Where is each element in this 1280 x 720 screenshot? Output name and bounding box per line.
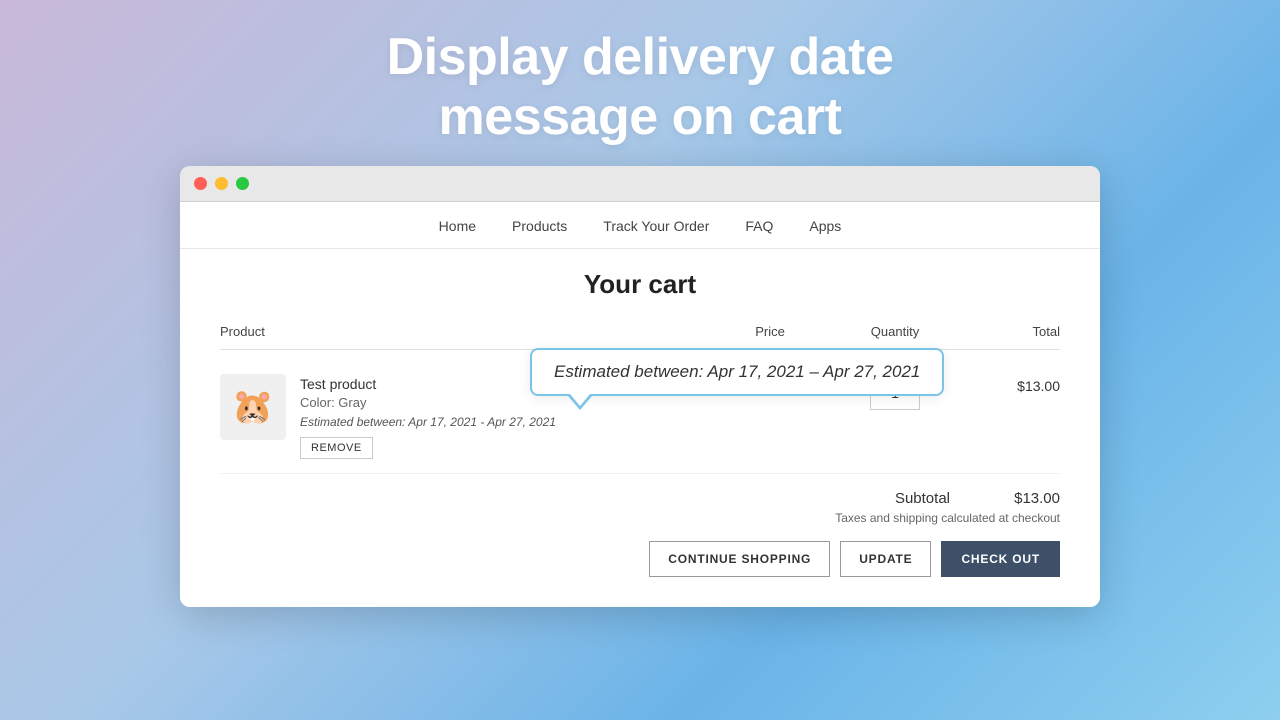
subtotal-label: Subtotal xyxy=(895,490,950,507)
browser-content: Home Products Track Your Order FAQ Apps … xyxy=(180,202,1100,607)
delivery-tooltip: Estimated between: Apr 17, 2021 – Apr 27… xyxy=(530,348,944,410)
table-row: Estimated between: Apr 17, 2021 – Apr 27… xyxy=(220,360,1060,474)
cart-actions: CONTINUE SHOPPING UPDATE CHECK OUT xyxy=(220,541,1060,577)
product-variant: Color: Gray xyxy=(300,395,556,410)
nav-apps[interactable]: Apps xyxy=(809,218,841,234)
checkout-button[interactable]: CHECK OUT xyxy=(941,541,1060,577)
subtotal-value: $13.00 xyxy=(990,490,1060,507)
product-name: Test product xyxy=(300,376,556,392)
continue-shopping-button[interactable]: CONTINUE SHOPPING xyxy=(649,541,830,577)
col-header-quantity: Quantity xyxy=(830,324,960,339)
nav-track-order[interactable]: Track Your Order xyxy=(603,218,709,234)
col-header-product: Product xyxy=(220,324,710,339)
store-nav: Home Products Track Your Order FAQ Apps xyxy=(180,202,1100,249)
col-header-price: Price xyxy=(710,324,830,339)
product-image: 🐹 xyxy=(220,374,286,440)
cart-subtotal: Subtotal $13.00 Taxes and shipping calcu… xyxy=(220,474,1060,525)
subtotal-row: Subtotal $13.00 xyxy=(895,490,1060,507)
cart-title: Your cart xyxy=(220,269,1060,300)
tooltip-text: Estimated between: Apr 17, 2021 – Apr 27… xyxy=(530,348,944,396)
maximize-button-icon[interactable] xyxy=(236,177,249,190)
product-details: Test product Color: Gray Estimated betwe… xyxy=(300,374,556,459)
minimize-button-icon[interactable] xyxy=(215,177,228,190)
tax-note: Taxes and shipping calculated at checkou… xyxy=(835,511,1060,525)
nav-faq[interactable]: FAQ xyxy=(745,218,773,234)
tooltip-arrow-icon xyxy=(568,396,592,410)
product-delivery: Estimated between: Apr 17, 2021 - Apr 27… xyxy=(300,415,556,429)
hero-title: Display delivery date message on cart xyxy=(387,28,894,148)
cart-area: Your cart Product Price Quantity Total E… xyxy=(180,249,1100,607)
browser-window: Home Products Track Your Order FAQ Apps … xyxy=(180,166,1100,607)
close-button-icon[interactable] xyxy=(194,177,207,190)
remove-button[interactable]: REMOVE xyxy=(300,437,373,459)
browser-titlebar xyxy=(180,166,1100,202)
update-button[interactable]: UPDATE xyxy=(840,541,931,577)
nav-products[interactable]: Products xyxy=(512,218,567,234)
col-header-total: Total xyxy=(960,324,1060,339)
cart-table-header: Product Price Quantity Total xyxy=(220,324,1060,350)
nav-home[interactable]: Home xyxy=(439,218,476,234)
product-total: $13.00 xyxy=(960,374,1060,394)
